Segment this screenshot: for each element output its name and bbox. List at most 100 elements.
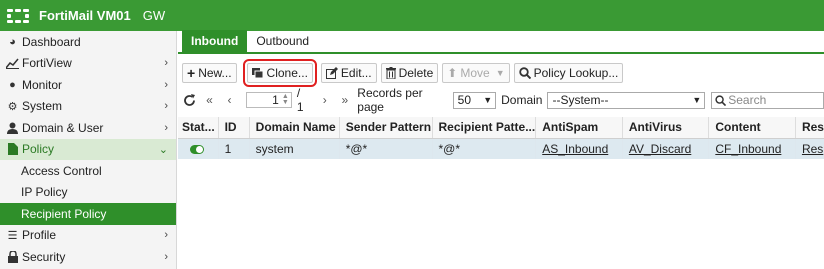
chevron-right-icon: › — [164, 229, 168, 242]
antispam-link[interactable]: AS_Inbound — [535, 138, 623, 159]
previous-page-icon[interactable]: ‹ — [222, 92, 237, 108]
pagination-bar: « ‹ 1 ▲ ▼ / 1 › » Records per page 50 ▼ D… — [182, 86, 824, 114]
dashboard-icon: ◕ — [9, 35, 16, 48]
sidebar-item-dashboard[interactable]: ◕ Dashboard — [0, 31, 176, 53]
new-button-label: New... — [198, 66, 232, 80]
column-header-status[interactable]: Stat... — [178, 117, 219, 139]
sidebar-item-label: Policy — [22, 142, 55, 157]
delete-button[interactable]: Delete — [380, 63, 439, 83]
status-cell — [178, 138, 219, 159]
spinner-icon[interactable]: ▲ ▼ — [282, 93, 289, 106]
list-icon: ☰ — [7, 229, 18, 242]
first-page-icon[interactable]: « — [202, 92, 217, 108]
trash-icon — [385, 67, 396, 79]
antivirus-link[interactable]: AV_Discard — [622, 138, 710, 159]
clone-icon — [251, 67, 264, 79]
column-header-antispam[interactable]: AntiSpam — [535, 117, 623, 139]
page-count: / 1 — [296, 86, 304, 114]
chevron-right-icon: › — [164, 57, 168, 70]
sidebar-item-label: FortiView — [22, 56, 72, 71]
status-enabled-toggle[interactable] — [190, 145, 204, 155]
column-header-content[interactable]: Content — [708, 117, 796, 139]
sidebar-item-label: Dashboard — [22, 34, 81, 49]
table-header-row: Stat... ID Domain Name Sender Pattern Re… — [178, 117, 824, 139]
records-per-page-select[interactable]: 50 ▼ — [452, 91, 497, 109]
edit-button[interactable]: Edit... — [320, 63, 377, 83]
search-input[interactable]: Search — [711, 91, 824, 109]
content-link[interactable]: CF_Inbound — [708, 138, 796, 159]
sidebar-item-label: System — [22, 99, 63, 114]
chevron-right-icon: › — [164, 121, 168, 134]
sidebar-subitem-ip-policy[interactable]: IP Policy — [0, 182, 176, 204]
table-row[interactable]: 1 system *@* *@* AS_Inbound AV_Discard C… — [178, 138, 824, 159]
edit-button-label: Edit... — [340, 66, 372, 80]
monitor-icon: ● — [9, 78, 16, 91]
sidebar-item-security[interactable]: Security › — [0, 246, 176, 268]
tab-inbound[interactable]: Inbound — [182, 30, 248, 52]
page-number-input[interactable]: 1 ▲ ▼ — [245, 92, 292, 108]
sidebar-subitem-recipient-policy[interactable]: Recipient Policy — [0, 203, 176, 225]
sidebar-item-monitor[interactable]: ● Monitor › — [0, 74, 176, 96]
tab-outbound[interactable]: Outbound — [247, 30, 318, 52]
chart-icon — [6, 57, 19, 70]
sidebar-subitem-access-control[interactable]: Access Control — [0, 160, 176, 182]
refresh-icon[interactable] — [182, 92, 197, 108]
column-header-sender-pattern[interactable]: Sender Pattern — [339, 117, 433, 139]
chevron-right-icon: › — [164, 78, 168, 91]
sidebar-item-domain-user[interactable]: Domain & User › — [0, 117, 176, 139]
fortinet-logo-icon — [7, 8, 29, 23]
clone-button-label: Clone... — [266, 66, 308, 80]
column-header-resource[interactable]: Res — [795, 117, 824, 139]
page-number-value: 1 — [272, 93, 279, 107]
sidebar: ◕ Dashboard FortiView › ● Monitor › ⚙ Sy… — [0, 31, 177, 269]
sidebar-subitem-label: Recipient Policy — [21, 206, 107, 221]
policy-lookup-label: Policy Lookup... — [533, 66, 619, 80]
sender-pattern-cell: *@* — [339, 138, 433, 159]
move-button[interactable]: ⬆ Move ▼ — [442, 63, 510, 83]
sidebar-item-system[interactable]: ⚙ System › — [0, 96, 176, 118]
sidebar-item-policy[interactable]: Policy ⌄ — [0, 138, 176, 160]
domain-select[interactable]: --System-- ▼ — [547, 91, 706, 109]
main-content: Inbound Outbound + New... Clone... Edit.… — [178, 30, 824, 269]
domain-cell: system — [249, 138, 340, 159]
search-placeholder: Search — [728, 93, 767, 107]
toolbar: + New... Clone... Edit... Delete ⬆ Move … — [182, 59, 627, 87]
id-cell: 1 — [218, 138, 250, 159]
search-icon — [715, 94, 727, 106]
app-title: FortiMail VM01 — [39, 8, 131, 23]
records-per-page-value: 50 — [457, 93, 471, 107]
sidebar-item-label: Profile — [22, 228, 57, 243]
chevron-right-icon: › — [164, 250, 168, 263]
last-page-icon[interactable]: » — [337, 92, 352, 108]
sidebar-item-fortiview[interactable]: FortiView › — [0, 53, 176, 75]
sidebar-item-label: Security — [22, 249, 66, 264]
recipient-pattern-cell: *@* — [432, 138, 537, 159]
user-icon — [6, 121, 19, 134]
tab-bar: Inbound Outbound — [178, 30, 824, 54]
move-button-label: Move — [460, 66, 490, 80]
vdom-label: GW — [142, 8, 166, 23]
lock-icon — [6, 250, 19, 263]
sidebar-item-profile[interactable]: ☰ Profile › — [0, 225, 176, 247]
document-icon — [6, 143, 19, 156]
gear-icon: ⚙ — [7, 100, 18, 113]
caret-down-icon: ▼ — [692, 95, 702, 105]
chevron-right-icon: › — [164, 100, 168, 113]
records-per-page-label: Records per page — [357, 86, 423, 114]
search-icon — [518, 67, 531, 79]
column-header-domain-name[interactable]: Domain Name — [249, 117, 340, 139]
next-page-icon[interactable]: › — [317, 92, 332, 108]
domain-value: --System-- — [552, 93, 609, 107]
column-header-antivirus[interactable]: AntiVirus — [622, 117, 710, 139]
column-header-id[interactable]: ID — [218, 117, 250, 139]
sidebar-subitem-label: Access Control — [21, 163, 102, 178]
policy-lookup-button[interactable]: Policy Lookup... — [513, 63, 624, 83]
column-header-recipient-pattern[interactable]: Recipient Patte... — [432, 117, 537, 139]
sidebar-subitem-label: IP Policy — [21, 185, 68, 200]
new-button[interactable]: + New... — [182, 63, 237, 83]
clone-button[interactable]: Clone... — [242, 59, 317, 87]
chevron-down-icon: ⌄ — [158, 143, 168, 156]
resource-link[interactable]: Res — [795, 138, 824, 159]
sidebar-item-label: Domain & User — [22, 120, 104, 135]
policy-table: Stat... ID Domain Name Sender Pattern Re… — [178, 117, 824, 159]
